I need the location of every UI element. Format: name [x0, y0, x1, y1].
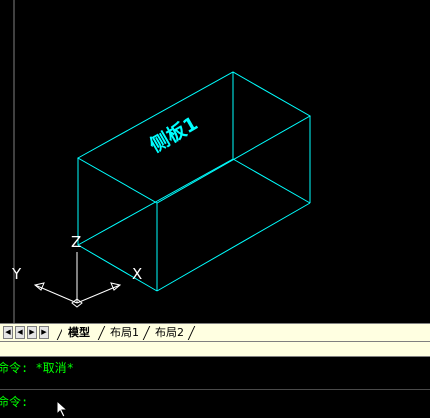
tab-layout2[interactable]: 布局2 [149, 325, 190, 341]
next-tab-icon[interactable]: ▶ [27, 326, 37, 339]
last-tab-icon[interactable]: ▶ [39, 326, 49, 339]
box-edge-bottom-right[interactable] [156, 202, 311, 292]
command-history-line: 命令: *取消* [0, 361, 74, 375]
ucs-x-label: X [132, 265, 142, 283]
tab-layout1[interactable]: 布局1 [104, 325, 145, 341]
command-prompt[interactable]: 命令: [0, 393, 28, 410]
ucs-icon [33, 252, 122, 308]
scrollbar-area [0, 342, 430, 357]
box-wireframe[interactable] [76, 71, 312, 292]
layout-tab-bar: ◀ ◀ ▶ ▶ 模型 布局1 布局2 [0, 323, 430, 342]
box-label[interactable]: 侧板1 [146, 112, 202, 158]
ucs-y-axis [34, 284, 78, 304]
command-separator [0, 389, 430, 390]
box-edge-hidden-right[interactable] [232, 158, 311, 204]
first-tab-icon[interactable]: ◀ [3, 326, 13, 339]
mouse-cursor-icon [56, 400, 69, 418]
drawing-viewport[interactable]: 侧板1 Z X Y [0, 0, 430, 323]
box-edge-hidden-bottom[interactable] [77, 158, 234, 246]
drawing-canvas[interactable]: 侧板1 Z X Y [0, 0, 430, 323]
prev-tab-icon[interactable]: ◀ [15, 326, 25, 339]
ucs-y-label: Y [11, 265, 22, 283]
ucs-z-label: Z [71, 233, 81, 251]
tab-model[interactable]: 模型 [62, 325, 96, 341]
command-window[interactable]: 命令: *取消* 命令: [0, 357, 430, 418]
